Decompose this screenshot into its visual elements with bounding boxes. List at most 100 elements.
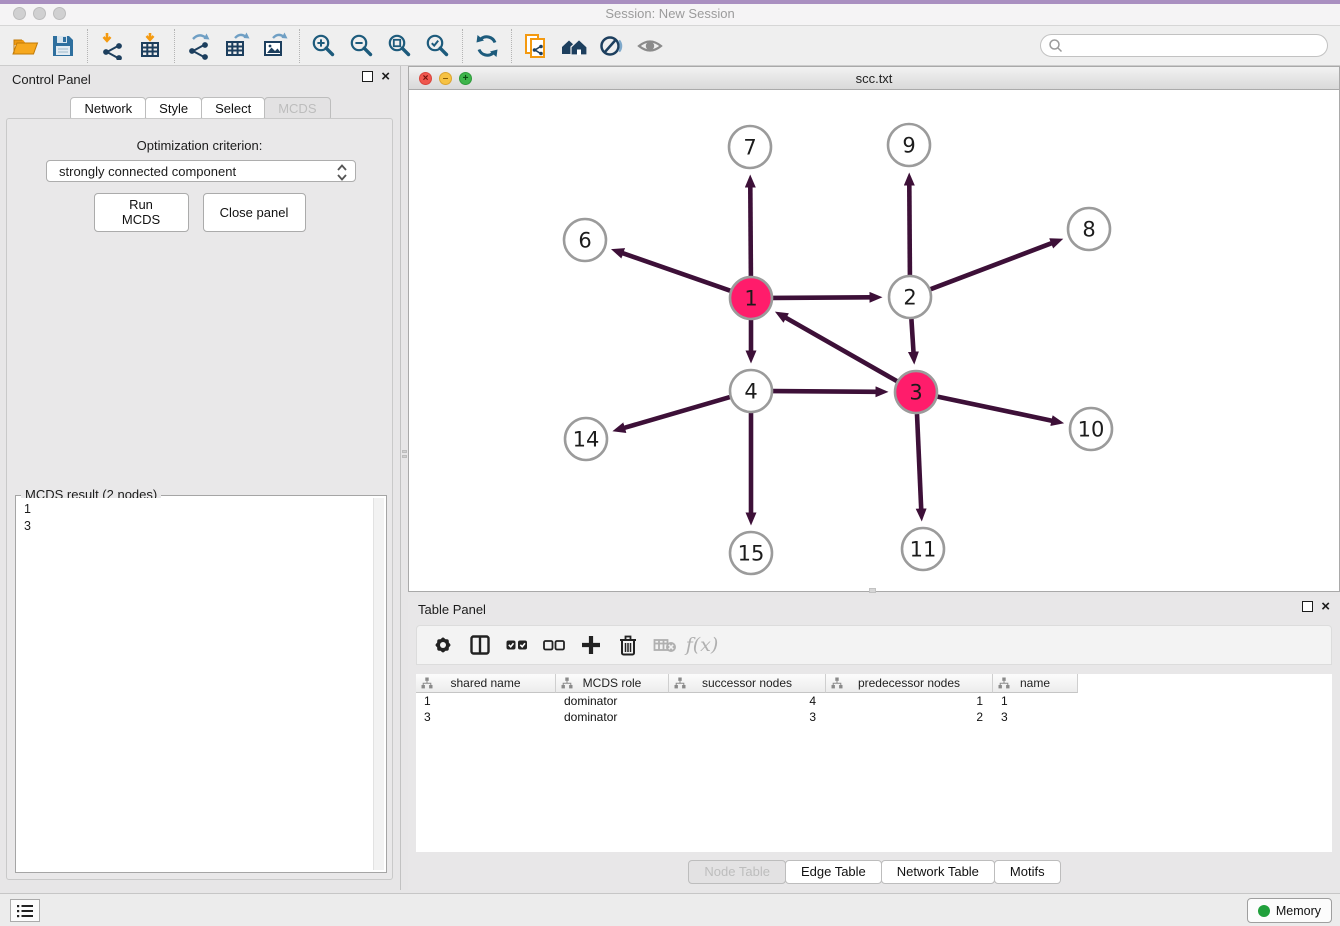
close-panel-icon[interactable] <box>381 71 390 82</box>
result-scrollbar[interactable] <box>373 498 384 870</box>
delete-table-icon[interactable] <box>651 631 679 659</box>
settings-icon[interactable] <box>429 631 457 659</box>
tab-network-table[interactable]: Network Table <box>881 860 995 884</box>
canvas-splitter-handle[interactable] <box>869 588 876 593</box>
column-header-predecessor-nodes[interactable]: predecessor nodes <box>826 674 993 693</box>
criterion-select[interactable]: strongly connected component <box>46 160 356 182</box>
network-view-title: scc.txt <box>409 71 1339 86</box>
graph-node-label-1: 1 <box>744 287 757 311</box>
table-cell[interactable]: 3 <box>416 709 556 725</box>
run-mcds-button[interactable]: Run MCDS <box>94 193 189 232</box>
control-panel-header: Control Panel <box>0 66 400 92</box>
table-cell[interactable]: 1 <box>416 693 556 709</box>
column-header-shared-name[interactable]: shared name <box>416 674 556 693</box>
float-panel-icon[interactable] <box>362 71 373 82</box>
graph-edge-1-7[interactable] <box>750 187 751 276</box>
zoom-out-icon[interactable] <box>343 29 381 63</box>
toolbar-separator <box>462 29 463 63</box>
zoom-selected-icon[interactable] <box>419 29 457 63</box>
memory-button[interactable]: Memory <box>1247 898 1332 923</box>
import-table-icon[interactable] <box>131 29 169 63</box>
home-view-icon[interactable] <box>555 29 593 63</box>
graph-node-label-2: 2 <box>903 286 916 310</box>
save-session-icon[interactable] <box>44 29 82 63</box>
memory-button-label: Memory <box>1276 904 1321 918</box>
export-table-icon[interactable] <box>218 29 256 63</box>
graph-edge-1-2[interactable] <box>773 297 870 298</box>
column-header-name[interactable]: name <box>993 674 1078 693</box>
graph-edge-3-10[interactable] <box>938 397 1052 421</box>
toolbar-separator <box>174 29 175 63</box>
search-icon <box>1048 38 1064 57</box>
table-cell[interactable]: 1 <box>826 693 993 709</box>
zoom-in-icon[interactable] <box>305 29 343 63</box>
mcds-result-list[interactable]: 13 <box>18 498 384 870</box>
clone-network-icon[interactable] <box>517 29 555 63</box>
table-row[interactable]: 1dominator411 <box>416 693 1332 709</box>
control-panel: Control Panel NetworkStyleSelectMCDS Opt… <box>0 66 401 890</box>
task-history-button[interactable] <box>10 899 40 922</box>
panel-splitter-handle[interactable] <box>402 450 407 466</box>
graph-node-label-7: 7 <box>743 136 756 160</box>
tab-edge-table[interactable]: Edge Table <box>785 860 882 884</box>
titlebar-accent-strip <box>0 0 1340 4</box>
node-table[interactable]: shared nameMCDS rolesuccessor nodesprede… <box>416 674 1332 852</box>
graph-edge-2-3[interactable] <box>911 319 913 352</box>
column-header-successor-nodes[interactable]: successor nodes <box>669 674 826 693</box>
add-row-icon[interactable] <box>577 631 605 659</box>
export-network-icon[interactable] <box>180 29 218 63</box>
export-image-icon[interactable] <box>256 29 294 63</box>
split-panel-icon[interactable] <box>466 631 494 659</box>
table-panel: Table Panel f(x) shared n <box>408 596 1340 890</box>
graph-edge-2-9[interactable] <box>909 185 910 275</box>
column-type-icon <box>998 677 1010 692</box>
table-cell[interactable]: dominator <box>556 709 669 725</box>
network-canvas[interactable]: 7968124314101511 <box>409 90 1339 591</box>
hide-graphics-details-icon[interactable] <box>593 29 631 63</box>
float-table-panel-icon[interactable] <box>1302 601 1313 612</box>
graph-edge-4-3[interactable] <box>773 391 876 392</box>
graph-node-label-6: 6 <box>578 229 591 253</box>
toolbar-separator <box>511 29 512 63</box>
apply-layout-icon[interactable] <box>468 29 506 63</box>
select-all-icon[interactable] <box>503 631 531 659</box>
graph-edge-2-8[interactable] <box>931 243 1052 289</box>
graph-edge-3-1[interactable] <box>786 318 897 381</box>
graph-edge-4-14[interactable] <box>624 397 730 428</box>
table-tabs: Node TableEdge TableNetwork TableMotifs <box>408 860 1340 884</box>
result-line: 3 <box>24 518 378 535</box>
network-graph[interactable]: 7968124314101511 <box>409 90 1339 591</box>
close-panel-button[interactable]: Close panel <box>203 193 306 232</box>
table-cell[interactable]: 3 <box>993 709 1078 725</box>
mcds-tab-content: Optimization criterion: strongly connect… <box>6 118 393 880</box>
close-table-panel-icon[interactable] <box>1321 601 1330 612</box>
statusbar: Memory <box>0 893 1340 926</box>
mcds-result-groupbox: MCDS result (2 nodes) 13 <box>15 495 387 873</box>
table-cell[interactable]: 3 <box>669 709 826 725</box>
graph-node-label-8: 8 <box>1082 218 1095 242</box>
graph-node-label-15: 15 <box>738 542 765 566</box>
graph-edge-3-11[interactable] <box>917 414 921 509</box>
column-header-label: name <box>1020 676 1050 690</box>
tab-motifs[interactable]: Motifs <box>994 860 1061 884</box>
graph-edge-1-6[interactable] <box>623 253 730 291</box>
show-hide-panel-icon[interactable] <box>631 29 669 63</box>
deselect-all-icon[interactable] <box>540 631 568 659</box>
result-line: 1 <box>24 501 378 518</box>
tab-node-table[interactable]: Node Table <box>688 860 786 884</box>
table-row[interactable]: 3dominator323 <box>416 709 1332 725</box>
search-input[interactable] <box>1040 34 1328 57</box>
table-cell[interactable]: 1 <box>993 693 1078 709</box>
open-session-icon[interactable] <box>6 29 44 63</box>
table-cell[interactable]: dominator <box>556 693 669 709</box>
import-network-icon[interactable] <box>93 29 131 63</box>
fx-label: f(x) <box>686 634 719 656</box>
column-header-MCDS-role[interactable]: MCDS role <box>556 674 669 693</box>
table-cell[interactable]: 2 <box>826 709 993 725</box>
table-cell[interactable]: 4 <box>669 693 826 709</box>
table-header-row: shared nameMCDS rolesuccessor nodesprede… <box>416 674 1332 693</box>
network-window-titlebar[interactable]: scc.txt <box>409 67 1339 90</box>
delete-row-icon[interactable] <box>614 631 642 659</box>
function-builder-icon[interactable]: f(x) <box>688 631 716 659</box>
zoom-fit-icon[interactable] <box>381 29 419 63</box>
